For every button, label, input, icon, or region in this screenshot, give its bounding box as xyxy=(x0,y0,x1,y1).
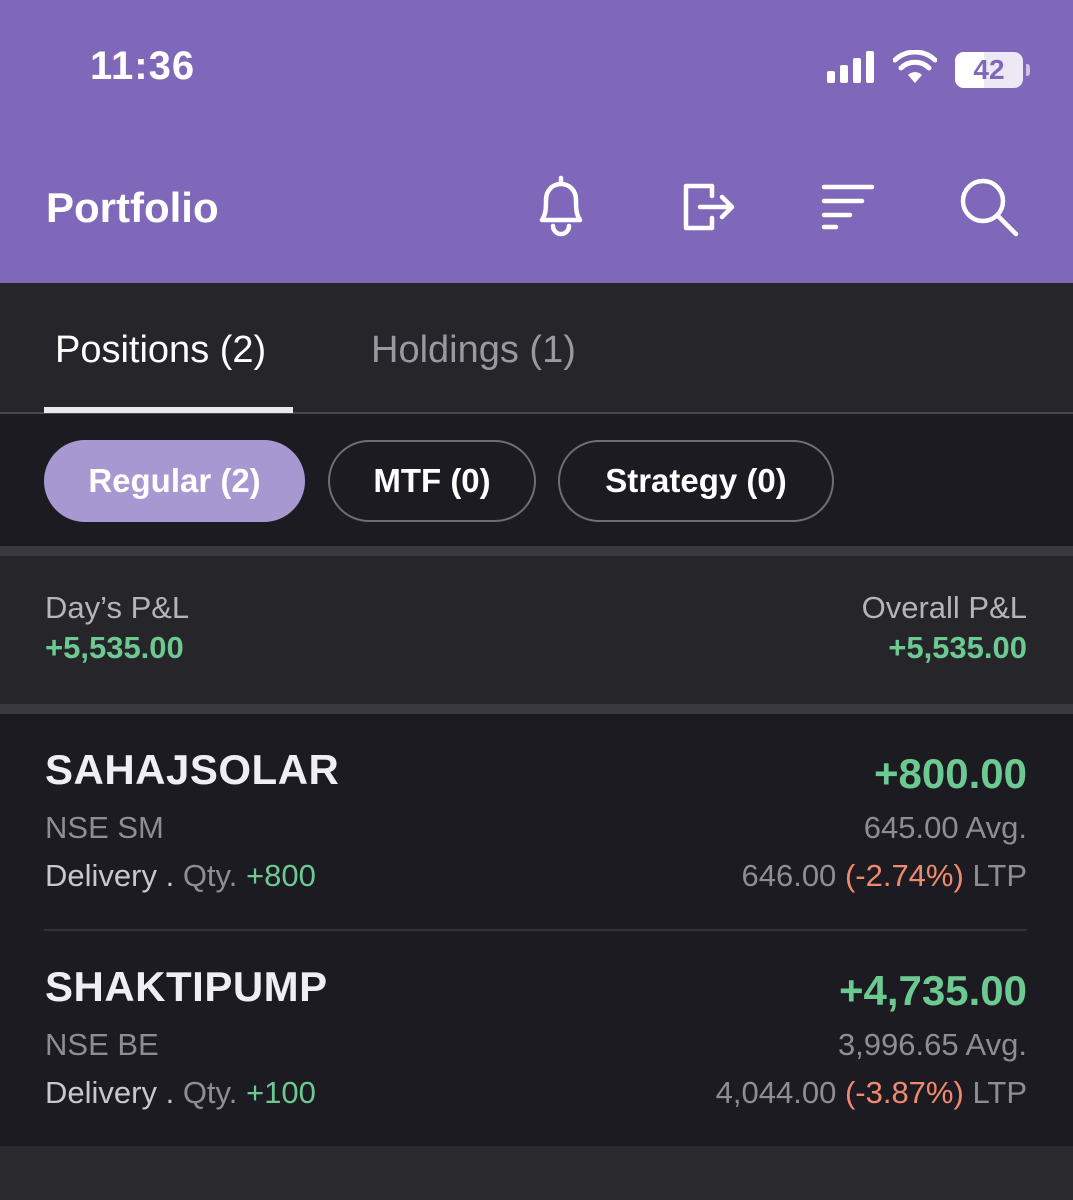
divider xyxy=(0,704,1073,714)
position-meta: Delivery . Qty. +800 xyxy=(45,858,316,894)
active-tab-indicator xyxy=(44,407,293,413)
position-ltp: 646.00 (-2.74%) LTP xyxy=(741,858,1027,894)
position-qty: +800 xyxy=(245,858,316,893)
bell-icon[interactable] xyxy=(529,172,593,240)
position-avg: 3,996.65 Avg. xyxy=(838,1027,1027,1063)
pnl-summary: Day’s P&L +5,535.00 Overall P&L +5,535.0… xyxy=(0,556,1073,704)
position-avg: 645.00 Avg. xyxy=(864,810,1027,846)
exit-icon[interactable] xyxy=(676,172,740,240)
avg-price: 3,996.65 xyxy=(837,1027,959,1062)
positions-list: SAHAJSOLAR NSE SM Delivery . Qty. +800 +… xyxy=(0,714,1073,1146)
ltp-change: (-3.87%) xyxy=(844,1075,964,1110)
qty-label: Qty. xyxy=(182,858,238,893)
meta-separator: . xyxy=(156,1075,183,1110)
filter-regular-chip[interactable]: Regular (2) xyxy=(44,440,305,522)
position-pnl: +800.00 xyxy=(874,750,1027,797)
battery-icon: 42 xyxy=(955,51,1030,88)
meta-separator: . xyxy=(156,858,183,893)
position-exchange: NSE BE xyxy=(45,1027,159,1062)
sort-icon[interactable] xyxy=(815,172,879,240)
avg-price: 645.00 xyxy=(863,810,959,845)
bottom-band xyxy=(0,1146,1073,1200)
position-ltp: 4,044.00 (-3.87%) LTP xyxy=(716,1075,1027,1111)
position-product: Delivery xyxy=(45,1075,157,1110)
page-title: Portfolio xyxy=(46,184,219,231)
signal-icon xyxy=(827,51,875,88)
status-icons: 42 xyxy=(827,49,1030,89)
ltp-change: (-2.74%) xyxy=(844,858,964,893)
overall-pnl-label: Overall P&L xyxy=(861,590,1027,625)
ltp-price: 4,044.00 xyxy=(715,1075,837,1110)
overall-pnl-value: +5,535.00 xyxy=(888,630,1027,665)
qty-label: Qty. xyxy=(182,1075,238,1110)
day-pnl-value: +5,535.00 xyxy=(45,630,184,665)
filter-mtf-chip[interactable]: MTF (0) xyxy=(328,440,536,522)
ltp-label: LTP xyxy=(972,858,1027,893)
position-symbol: SHAKTIPUMP xyxy=(45,963,328,1010)
day-pnl-label: Day’s P&L xyxy=(45,590,190,625)
filter-chips: Regular (2) MTF (0) Strategy (0) xyxy=(0,414,1073,546)
position-row[interactable]: SHAKTIPUMP NSE BE Delivery . Qty. +100 +… xyxy=(0,931,1073,1148)
tab-positions[interactable]: Positions (2) xyxy=(55,329,266,372)
position-meta: Delivery . Qty. +100 xyxy=(45,1075,316,1111)
position-pnl: +4,735.00 xyxy=(838,967,1027,1014)
filter-strategy-chip[interactable]: Strategy (0) xyxy=(558,440,834,522)
position-product: Delivery xyxy=(45,858,157,893)
wifi-icon xyxy=(892,49,938,89)
position-qty: +100 xyxy=(245,1075,316,1110)
ltp-label: LTP xyxy=(972,1075,1027,1110)
position-symbol: SAHAJSOLAR xyxy=(45,746,340,793)
app-header: 11:36 42 Portfolio xyxy=(0,0,1073,283)
avg-label: Avg. xyxy=(965,810,1027,845)
tab-holdings[interactable]: Holdings (1) xyxy=(371,329,576,372)
search-icon[interactable] xyxy=(956,172,1020,240)
avg-label: Avg. xyxy=(965,1027,1027,1062)
position-exchange: NSE SM xyxy=(45,810,164,845)
ltp-price: 646.00 xyxy=(741,858,837,893)
battery-level: 42 xyxy=(973,53,1005,85)
position-row[interactable]: SAHAJSOLAR NSE SM Delivery . Qty. +800 +… xyxy=(0,714,1073,931)
tab-bar: Positions (2) Holdings (1) xyxy=(0,283,1073,414)
status-time: 11:36 xyxy=(90,44,196,88)
divider xyxy=(0,546,1073,556)
